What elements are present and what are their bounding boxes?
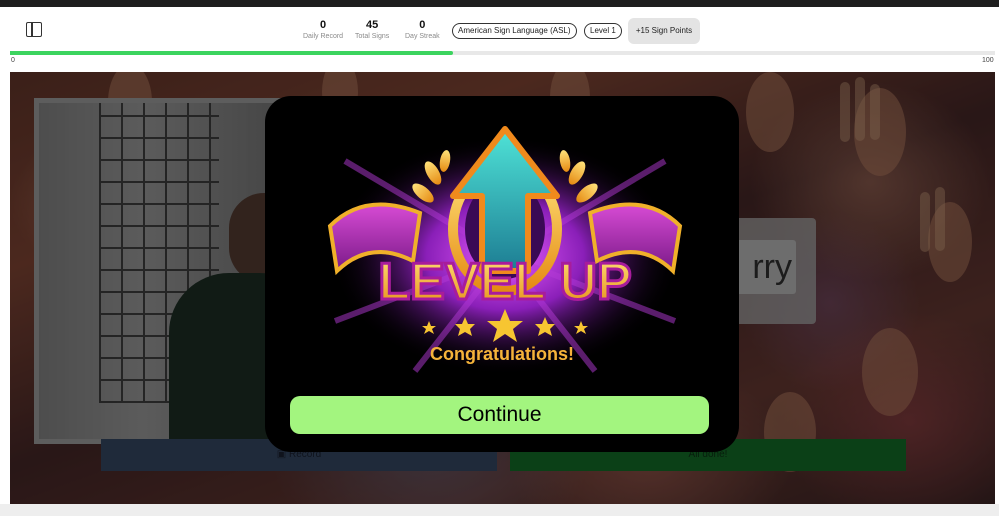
sidebar-toggle-icon[interactable] [26, 22, 42, 37]
continue-button[interactable]: Continue [290, 396, 709, 434]
stat-label: Day Streak [405, 33, 440, 40]
stat-label: Daily Record [303, 33, 344, 40]
header-bar: 0 Daily Record 45 Total Signs 0 Day Stre… [0, 7, 999, 51]
congratulations-text: Congratulations! [430, 344, 574, 364]
stat-value: 0 [319, 19, 327, 31]
stat-value: 0 [419, 19, 426, 31]
progress-min-label: 0 [11, 57, 15, 64]
sign-points-button[interactable]: +15 Sign Points [628, 18, 700, 44]
progress-bar [10, 51, 995, 55]
window-top-bar [0, 0, 999, 7]
level-badge: Level 1 [584, 23, 622, 39]
stat-value: 45 [366, 19, 379, 31]
bottom-strip [0, 504, 999, 516]
level-up-modal: LEVEL UP Congratulations! Continue [265, 96, 739, 452]
stat-total-signs: 45 Total Signs [355, 19, 389, 42]
language-badge[interactable]: American Sign Language (ASL) [452, 23, 577, 39]
progress-max-label: 100 [982, 57, 994, 64]
stat-day-streak: 0 Day Streak [405, 19, 440, 42]
stat-daily-record: 0 Daily Record [303, 19, 343, 42]
stat-label: Total Signs [355, 33, 390, 40]
level-up-badge: LEVEL UP [327, 126, 683, 376]
badge-text: LEVEL UP [378, 253, 631, 311]
progress-fill [10, 51, 454, 55]
